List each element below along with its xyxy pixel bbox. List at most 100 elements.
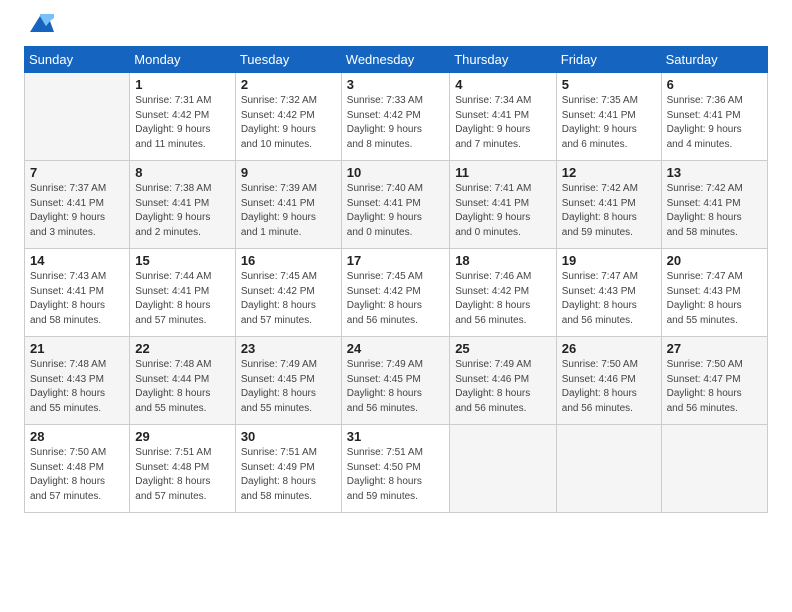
calendar-cell: 7 Sunrise: 7:37 AMSunset: 4:41 PMDaylight… [25, 161, 130, 249]
day-info: Sunrise: 7:40 AMSunset: 4:41 PMDaylight:… [347, 182, 444, 240]
day-number: 12 [562, 165, 656, 180]
day-info: Sunrise: 7:46 AMSunset: 4:42 PMDaylight:… [455, 270, 551, 328]
calendar-week-row: 14 Sunrise: 7:43 AMSunset: 4:41 PMDayligh… [25, 249, 768, 337]
calendar-cell: 5Sunrise: 7:35 AMSunset: 4:41 PMDaylight… [556, 73, 661, 161]
calendar-cell: 30 Sunrise: 7:51 AMSunset: 4:49 PMDayligh… [235, 425, 341, 513]
day-info: Sunrise: 7:38 AMSunset: 4:41 PMDaylight:… [135, 182, 230, 240]
col-saturday: Saturday [661, 47, 767, 73]
calendar-cell: 12 Sunrise: 7:42 AMSunset: 4:41 PMDayligh… [556, 161, 661, 249]
day-number: 1 [135, 77, 230, 92]
calendar-week-row: 1 Sunrise: 7:31 AMSunset: 4:42 PMDaylight… [25, 73, 768, 161]
logo [24, 18, 54, 36]
day-info: Sunrise: 7:33 AMSunset: 4:42 PMDaylight:… [347, 94, 444, 152]
day-number: 27 [667, 341, 762, 356]
day-info: Sunrise: 7:42 AMSunset: 4:41 PMDaylight:… [667, 182, 762, 240]
calendar-cell [450, 425, 557, 513]
day-info: Sunrise: 7:49 AMSunset: 4:45 PMDaylight:… [241, 358, 336, 416]
calendar-header: Sunday Monday Tuesday Wednesday Thursday… [25, 47, 768, 73]
calendar-cell: 9 Sunrise: 7:39 AMSunset: 4:41 PMDaylight… [235, 161, 341, 249]
calendar-week-row: 28 Sunrise: 7:50 AMSunset: 4:48 PMDayligh… [25, 425, 768, 513]
day-number: 7 [30, 165, 124, 180]
day-number: 11 [455, 165, 551, 180]
day-info: Sunrise: 7:48 AMSunset: 4:43 PMDaylight:… [30, 358, 124, 416]
day-number: 2 [241, 77, 336, 92]
day-number: 31 [347, 429, 444, 444]
calendar-cell: 25Sunrise: 7:49 AMSunset: 4:46 PMDayligh… [450, 337, 557, 425]
calendar-cell: 18Sunrise: 7:46 AMSunset: 4:42 PMDayligh… [450, 249, 557, 337]
calendar-body: 1 Sunrise: 7:31 AMSunset: 4:42 PMDaylight… [25, 73, 768, 513]
day-info: Sunrise: 7:50 AMSunset: 4:47 PMDaylight:… [667, 358, 762, 416]
day-number: 16 [241, 253, 336, 268]
day-number: 15 [135, 253, 230, 268]
col-friday: Friday [556, 47, 661, 73]
day-number: 25 [455, 341, 551, 356]
calendar-cell: 24Sunrise: 7:49 AMSunset: 4:45 PMDayligh… [341, 337, 449, 425]
day-info: Sunrise: 7:51 AMSunset: 4:48 PMDaylight:… [135, 446, 230, 504]
col-tuesday: Tuesday [235, 47, 341, 73]
day-info: Sunrise: 7:36 AMSunset: 4:41 PMDaylight:… [667, 94, 762, 152]
logo-icon [26, 14, 54, 36]
day-info: Sunrise: 7:45 AMSunset: 4:42 PMDaylight:… [241, 270, 336, 328]
day-number: 9 [241, 165, 336, 180]
day-info: Sunrise: 7:48 AMSunset: 4:44 PMDaylight:… [135, 358, 230, 416]
day-number: 6 [667, 77, 762, 92]
day-info: Sunrise: 7:35 AMSunset: 4:41 PMDaylight:… [562, 94, 656, 152]
day-info: Sunrise: 7:50 AMSunset: 4:46 PMDaylight:… [562, 358, 656, 416]
day-info: Sunrise: 7:37 AMSunset: 4:41 PMDaylight:… [30, 182, 124, 240]
day-info: Sunrise: 7:44 AMSunset: 4:41 PMDaylight:… [135, 270, 230, 328]
calendar-cell: 29 Sunrise: 7:51 AMSunset: 4:48 PMDayligh… [130, 425, 236, 513]
calendar-cell: 28 Sunrise: 7:50 AMSunset: 4:48 PMDayligh… [25, 425, 130, 513]
day-info: Sunrise: 7:47 AMSunset: 4:43 PMDaylight:… [562, 270, 656, 328]
calendar-cell [661, 425, 767, 513]
calendar-cell: 3 Sunrise: 7:33 AMSunset: 4:42 PMDaylight… [341, 73, 449, 161]
day-number: 28 [30, 429, 124, 444]
calendar-cell [25, 73, 130, 161]
day-number: 14 [30, 253, 124, 268]
day-info: Sunrise: 7:51 AMSunset: 4:50 PMDaylight:… [347, 446, 444, 504]
day-info: Sunrise: 7:43 AMSunset: 4:41 PMDaylight:… [30, 270, 124, 328]
day-info: Sunrise: 7:51 AMSunset: 4:49 PMDaylight:… [241, 446, 336, 504]
calendar-cell: 14 Sunrise: 7:43 AMSunset: 4:41 PMDayligh… [25, 249, 130, 337]
calendar-cell: 27 Sunrise: 7:50 AMSunset: 4:47 PMDayligh… [661, 337, 767, 425]
calendar-cell: 17Sunrise: 7:45 AMSunset: 4:42 PMDayligh… [341, 249, 449, 337]
day-info: Sunrise: 7:39 AMSunset: 4:41 PMDaylight:… [241, 182, 336, 240]
day-number: 26 [562, 341, 656, 356]
day-info: Sunrise: 7:42 AMSunset: 4:41 PMDaylight:… [562, 182, 656, 240]
header-row: Sunday Monday Tuesday Wednesday Thursday… [25, 47, 768, 73]
col-thursday: Thursday [450, 47, 557, 73]
header [24, 18, 768, 36]
calendar-cell [556, 425, 661, 513]
day-info: Sunrise: 7:32 AMSunset: 4:42 PMDaylight:… [241, 94, 336, 152]
day-info: Sunrise: 7:31 AMSunset: 4:42 PMDaylight:… [135, 94, 230, 152]
calendar-cell: 4Sunrise: 7:34 AMSunset: 4:41 PMDaylight… [450, 73, 557, 161]
day-info: Sunrise: 7:47 AMSunset: 4:43 PMDaylight:… [667, 270, 762, 328]
calendar-week-row: 21 Sunrise: 7:48 AMSunset: 4:43 PMDayligh… [25, 337, 768, 425]
day-number: 13 [667, 165, 762, 180]
calendar-table: Sunday Monday Tuesday Wednesday Thursday… [24, 46, 768, 513]
day-number: 20 [667, 253, 762, 268]
calendar-cell: 6 Sunrise: 7:36 AMSunset: 4:41 PMDaylight… [661, 73, 767, 161]
day-info: Sunrise: 7:41 AMSunset: 4:41 PMDaylight:… [455, 182, 551, 240]
day-info: Sunrise: 7:50 AMSunset: 4:48 PMDaylight:… [30, 446, 124, 504]
page: Sunday Monday Tuesday Wednesday Thursday… [0, 0, 792, 523]
day-number: 22 [135, 341, 230, 356]
day-number: 29 [135, 429, 230, 444]
col-wednesday: Wednesday [341, 47, 449, 73]
calendar-cell: 20 Sunrise: 7:47 AMSunset: 4:43 PMDayligh… [661, 249, 767, 337]
day-number: 30 [241, 429, 336, 444]
day-number: 8 [135, 165, 230, 180]
calendar-cell: 13 Sunrise: 7:42 AMSunset: 4:41 PMDayligh… [661, 161, 767, 249]
calendar-cell: 21 Sunrise: 7:48 AMSunset: 4:43 PMDayligh… [25, 337, 130, 425]
day-number: 3 [347, 77, 444, 92]
day-number: 24 [347, 341, 444, 356]
calendar-cell: 16 Sunrise: 7:45 AMSunset: 4:42 PMDayligh… [235, 249, 341, 337]
day-number: 23 [241, 341, 336, 356]
calendar-cell: 8 Sunrise: 7:38 AMSunset: 4:41 PMDaylight… [130, 161, 236, 249]
day-number: 19 [562, 253, 656, 268]
calendar-cell: 2 Sunrise: 7:32 AMSunset: 4:42 PMDaylight… [235, 73, 341, 161]
col-monday: Monday [130, 47, 236, 73]
day-info: Sunrise: 7:34 AMSunset: 4:41 PMDaylight:… [455, 94, 551, 152]
day-info: Sunrise: 7:45 AMSunset: 4:42 PMDaylight:… [347, 270, 444, 328]
calendar-cell: 31 Sunrise: 7:51 AMSunset: 4:50 PMDayligh… [341, 425, 449, 513]
day-number: 21 [30, 341, 124, 356]
